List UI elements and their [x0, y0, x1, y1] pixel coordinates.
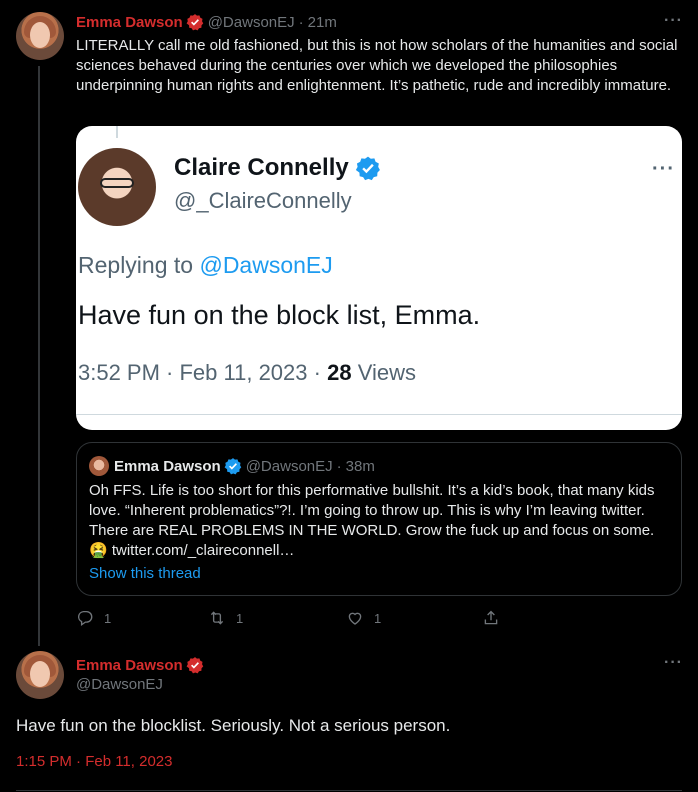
quoted-tweet-text: Oh FFS. Life is too short for this perfo…: [89, 482, 655, 559]
screenshot-views-count: 28: [327, 360, 352, 385]
like-count: 1: [374, 610, 382, 626]
quoted-author-name: Emma Dawson: [114, 457, 221, 475]
more-options-icon[interactable]: ···: [664, 654, 683, 672]
screenshot-divider: [76, 414, 682, 415]
author-handle[interactable]: @DawsonEJ: [208, 14, 295, 31]
screenshot-avatar: [78, 148, 156, 226]
verified-badge-icon: [355, 156, 380, 181]
verified-badge-icon: [186, 14, 203, 31]
avatar[interactable]: [16, 651, 64, 699]
glasses-graphic: [100, 178, 134, 188]
screenshot-meta-time: 3:52 PM · Feb 11, 2023 ·: [78, 360, 321, 385]
thread-connector-line: [38, 66, 40, 646]
screenshot-author-name: Claire Connelly: [174, 154, 381, 182]
reply-icon: [78, 610, 93, 627]
tweet2-header: Emma Dawson: [76, 656, 204, 674]
separator-dot: ·: [336, 457, 342, 475]
replying-label: Replying to: [78, 252, 194, 278]
show-thread-link[interactable]: Show this thread: [89, 565, 201, 582]
reply-count: 1: [104, 610, 112, 626]
screenshot-meta: 3:52 PM · Feb 11, 2023 · 28 Views: [78, 360, 416, 386]
screenshot-more-icon: ···: [652, 158, 675, 180]
share-icon: [484, 610, 498, 625]
retweet-button[interactable]: 1: [208, 609, 243, 627]
tweet2-timestamp[interactable]: 1:15 PM · Feb 11, 2023: [16, 753, 172, 770]
retweet-count: 1: [236, 610, 244, 626]
screenshot-replying-to: Replying to @DawsonEJ: [78, 252, 333, 279]
more-options-icon[interactable]: ···: [664, 12, 683, 30]
screenshot-thread-line: [116, 126, 118, 138]
screenshot-views-label: Views: [357, 360, 416, 385]
tweet-header: Emma Dawson @DawsonEJ · 21m: [76, 13, 337, 31]
verified-badge-icon: [186, 657, 203, 674]
author-name[interactable]: Emma Dawson: [76, 657, 183, 674]
reply-button[interactable]: 1: [76, 609, 111, 627]
quoted-tweet-time: 38m: [345, 457, 375, 475]
author-name[interactable]: Emma Dawson: [76, 14, 183, 31]
screenshot-author-name-text: Claire Connelly: [174, 154, 349, 181]
tweet-text: LITERALLY call me old fashioned, but thi…: [76, 37, 678, 94]
avatar[interactable]: [16, 12, 64, 60]
screenshot-author-handle: @_ClaireConnelly: [174, 188, 352, 213]
quoted-avatar: [89, 456, 109, 476]
attached-screenshot-image[interactable]: Claire Connelly @_ClaireConnelly ··· Rep…: [76, 126, 682, 430]
tweet-actions-bar: 1 1 1: [76, 609, 506, 629]
quoted-tweet-card[interactable]: Emma Dawson @DawsonEJ · 38m Oh FFS. Life…: [76, 442, 682, 596]
share-button[interactable]: [482, 609, 510, 627]
tweet2-text: Have fun on the blocklist. Seriously. No…: [16, 716, 451, 735]
author-handle[interactable]: @DawsonEJ: [76, 676, 163, 693]
tweet-time[interactable]: 21m: [308, 14, 337, 31]
bottom-divider: [16, 790, 682, 791]
avatar-face: [30, 661, 50, 687]
screenshot-tweet-body: Have fun on the block list, Emma.: [78, 300, 481, 330]
avatar-face: [30, 22, 50, 48]
replying-mention: @DawsonEJ: [199, 252, 333, 278]
like-button[interactable]: 1: [346, 609, 381, 627]
heart-icon: [348, 612, 362, 625]
retweet-icon: [210, 611, 224, 625]
quoted-tweet-header: Emma Dawson @DawsonEJ · 38m: [89, 456, 375, 476]
verified-badge-icon: [224, 458, 241, 475]
quoted-author-handle: @DawsonEJ: [245, 457, 333, 475]
separator-dot: ·: [298, 13, 304, 31]
